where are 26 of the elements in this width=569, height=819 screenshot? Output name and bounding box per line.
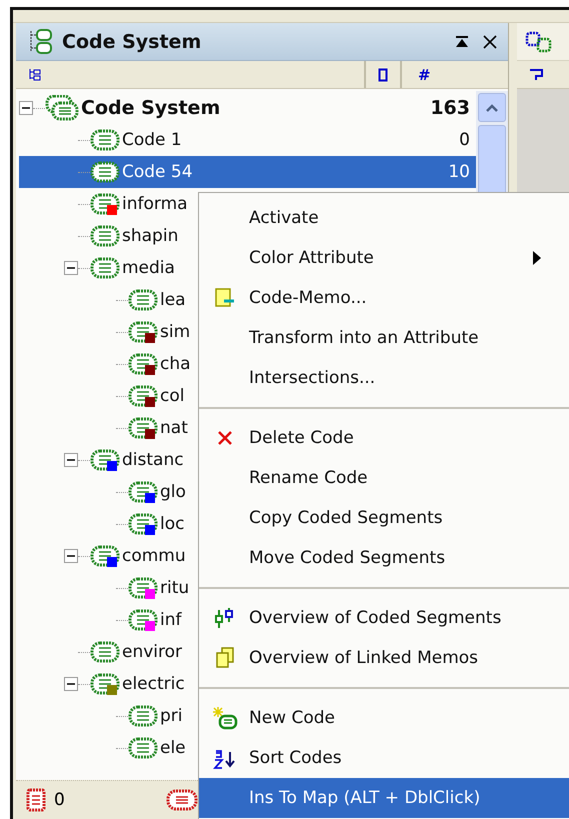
code-label: loc <box>160 514 184 534</box>
code-label: sim <box>160 322 190 342</box>
code-label: electric <box>122 674 185 694</box>
code-count: 163 <box>430 97 470 119</box>
code-count: 0 <box>459 130 470 150</box>
panel-title: Code System <box>62 30 202 52</box>
code-count: 10 <box>448 162 470 182</box>
code-label: cha <box>160 354 191 374</box>
code-label: media <box>122 258 175 278</box>
code-label: ritu <box>160 578 190 598</box>
code-label: informa <box>122 194 188 214</box>
code-label: col <box>160 386 184 406</box>
code-label: nat <box>160 418 188 438</box>
code-label: commu <box>122 546 186 566</box>
status-count: 0 <box>54 790 65 810</box>
code-label: distanc <box>122 450 184 470</box>
code-label: Code 54 <box>122 162 193 182</box>
code-label: shapin <box>122 226 178 246</box>
code-label: lea <box>160 290 186 310</box>
code-label: ele <box>160 738 186 758</box>
code-label: Code System <box>81 97 220 119</box>
code-label: inf <box>160 610 182 630</box>
code-label: enviror <box>122 642 182 662</box>
code-label: Code 1 <box>122 130 182 150</box>
code-label: glo <box>160 482 186 502</box>
code-label: pri <box>160 706 183 726</box>
